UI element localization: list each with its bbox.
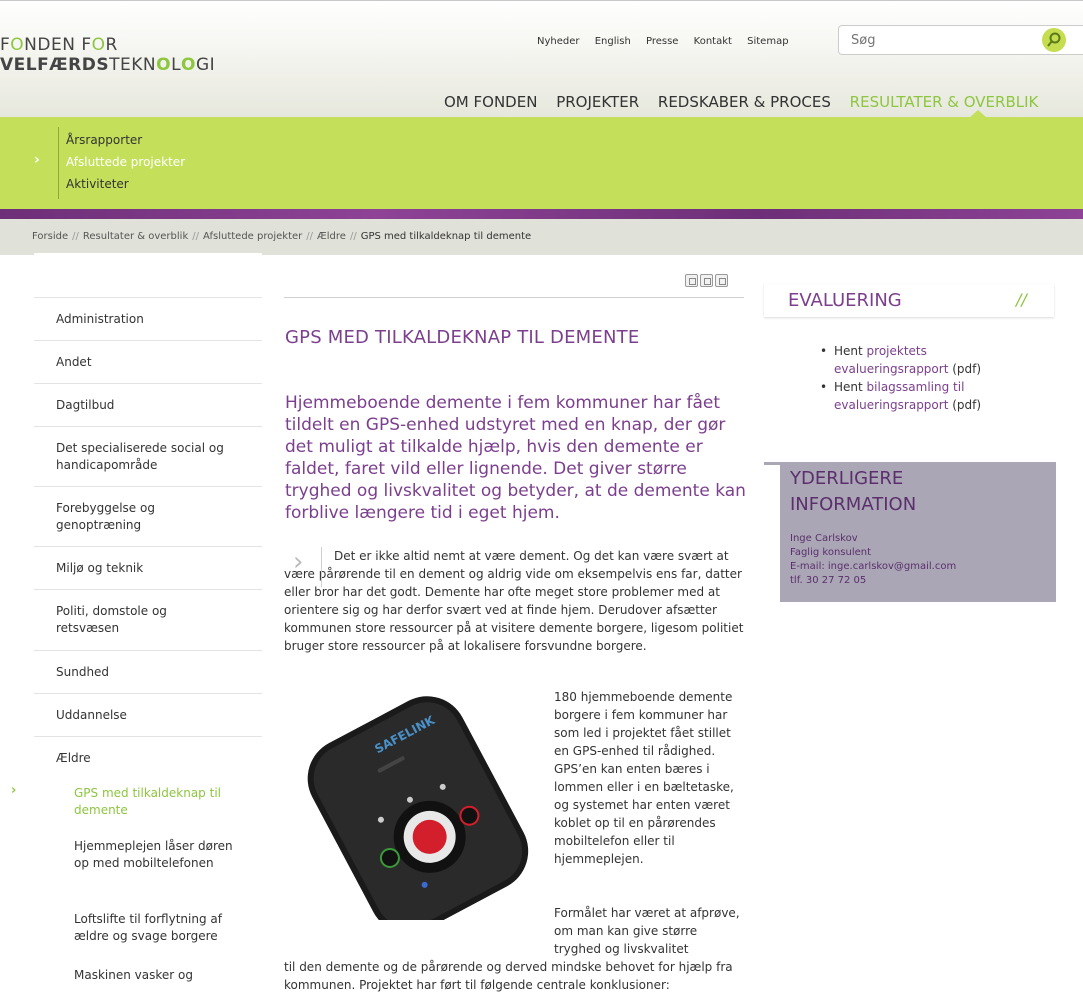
page-title: GPS MED TILKALDEKNAP TIL DEMENTE [285, 327, 640, 348]
breadcrumb-current: GPS med tilkaldeknap til demente [360, 231, 532, 242]
contact-role: Faglig konsulent [790, 547, 872, 558]
site-header: FONDEN FOR VELFÆRDSTEKNOLOGI Nyheder Eng… [0, 0, 1083, 118]
info-title-line: YDERLIGERE [790, 468, 904, 489]
evaluation-slash: // [1016, 290, 1027, 309]
sidebar-item-aeldre[interactable]: Ældre [34, 736, 262, 779]
sidebar-item-dagtilbud[interactable]: Dagtilbud [34, 383, 262, 426]
nav-projekter[interactable]: PROJEKTER [556, 93, 639, 111]
logo-text: VELFÆRDS [0, 55, 110, 75]
breadcrumb-separator: // [192, 231, 199, 242]
toplink-sitemap[interactable]: Sitemap [747, 36, 788, 47]
quote-chevron-icon: › [285, 547, 322, 587]
search-input[interactable] [849, 32, 1029, 49]
gps-device-image: SAFELINK [307, 696, 529, 920]
breadcrumb-item[interactable]: Afsluttede projekter [203, 231, 302, 242]
utility-links: Nyheder English Presse Kontakt Sitemap [537, 36, 801, 47]
breadcrumb-item[interactable]: Ældre [317, 231, 346, 242]
print-icon[interactable] [685, 274, 698, 287]
subnav-item-aarsrapporter[interactable]: Årsrapporter [66, 129, 185, 151]
sub-navigation: › Årsrapporter Afsluttede projekter Akti… [0, 117, 1083, 209]
info-title: YDERLIGERE INFORMATION [790, 466, 916, 518]
logo-text: L [171, 55, 182, 75]
sidebar-item-sundhed[interactable]: Sundhed [34, 650, 262, 693]
breadcrumb: Forside // Resultater & overblik // Afslutte… [32, 231, 531, 242]
toplink-nyheder[interactable]: Nyheder [537, 36, 580, 47]
nav-om-fonden[interactable]: OM FONDEN [444, 93, 537, 111]
article-lead: Hjemmeboende demente i fem kommuner har … [285, 393, 746, 523]
search-box [838, 25, 1083, 55]
sidebar-item-politi[interactable]: Politi, domstole og retsvæsen [34, 589, 262, 650]
sidebar-item-specialiserede[interactable]: Det specialiserede social og handicapomr… [34, 426, 262, 486]
decorative-bar [0, 209, 1083, 219]
sidebar: Administration Andet Dagtilbud Det speci… [34, 253, 262, 989]
chevron-right-icon: › [34, 152, 40, 168]
subnav-item-aktiviteter[interactable]: Aktiviteter [66, 173, 185, 195]
logo-text: NDEN F [24, 35, 92, 55]
list-item-text: Hent [834, 344, 867, 358]
evaluation-list: Hent projektets evalueringsrapport (pdf)… [820, 342, 1030, 414]
contact-name: Inge Carlskov [790, 533, 858, 544]
subnav-divider [58, 127, 59, 199]
breadcrumb-separator: // [306, 231, 314, 242]
toplink-kontakt[interactable]: Kontakt [694, 36, 732, 47]
chevron-right-icon: › [8, 783, 26, 805]
sidebar-subitem-gps[interactable]: GPS med tilkaldeknap til demente [74, 785, 254, 819]
nav-resultater[interactable]: RESULTATER & OVERBLIK [850, 93, 1039, 111]
breadcrumb-item[interactable]: Forside [32, 231, 68, 242]
article-paragraph: 180 hjemmeboende demente borgere i fem k… [554, 690, 734, 866]
sidebar-subitem-maskinen[interactable]: Maskinen vasker og [74, 967, 254, 984]
sidebar-subitem-hjemmeplejen[interactable]: Hjemmeplejen låser døren op med mobiltel… [74, 838, 234, 872]
list-item-text: (pdf) [948, 398, 982, 412]
search-button[interactable] [1042, 28, 1066, 52]
divider [284, 297, 744, 298]
breadcrumb-item[interactable]: Resultater & overblik [83, 231, 188, 242]
list-item-text: (pdf) [948, 362, 982, 376]
contact-email[interactable]: E-mail: inge.carlskov@gmail.com [790, 560, 956, 574]
nav-redskaber[interactable]: REDSKABER & PROCES [658, 93, 831, 111]
article-paragraph: Formålet har været at afprøve, om man ka… [554, 906, 740, 956]
breadcrumb-separator: // [349, 231, 357, 242]
toplink-presse[interactable]: Presse [646, 36, 678, 47]
breadcrumb-band: Forside // Resultater & overblik // Afslutte… [0, 219, 1083, 255]
info-title-line: INFORMATION [790, 494, 917, 515]
evaluation-title: EVALUERING [788, 290, 902, 311]
logo-text: F [0, 35, 11, 55]
list-item: Hent projektets evalueringsrapport (pdf) [820, 342, 1030, 378]
logo-text: TEKN [109, 55, 157, 75]
sidebar-item-uddannelse[interactable]: Uddannelse [34, 693, 262, 736]
logo-text: GI [196, 55, 216, 75]
site-logo[interactable]: FONDEN FOR VELFÆRDSTEKNOLOGI [0, 35, 215, 75]
info-tab [764, 462, 780, 465]
info-contact: Inge Carlskov Faglig konsulent E-mail: i… [790, 532, 956, 588]
sidebar-item-forebyggelse[interactable]: Forebyggelse og genoptræning [34, 486, 262, 546]
share-icon[interactable] [715, 274, 728, 287]
email-icon[interactable] [700, 274, 713, 287]
toplink-english[interactable]: English [595, 36, 631, 47]
sidebar-item-administration[interactable]: Administration [34, 297, 262, 340]
evaluation-header: EVALUERING // [764, 284, 1054, 317]
info-box: YDERLIGERE INFORMATION Inge Carlskov Fag… [780, 462, 1056, 602]
sidebar-item-andet[interactable]: Andet [34, 340, 262, 383]
main-navigation: OM FONDEN PROJEKTER REDSKABER & PROCES R… [444, 93, 1052, 111]
list-item-text: Hent [834, 380, 867, 394]
search-icon [1047, 32, 1061, 47]
article-paragraph: Det er ikke altid nemt at være dement. O… [284, 549, 744, 653]
breadcrumb-separator: // [72, 231, 79, 242]
contact-phone: tlf. 30 27 72 05 [790, 575, 867, 586]
sidebar-subitem-loftslifte[interactable]: Loftslifte til forflytning af ældre og s… [74, 911, 244, 945]
subnav-item-afsluttede-projekter[interactable]: Afsluttede projekter [66, 151, 185, 173]
article-tools [683, 272, 728, 291]
sidebar-item-miljoe[interactable]: Miljø og teknik [34, 546, 262, 589]
logo-text: R [105, 35, 118, 55]
list-item: Hent bilagssamling til evalueringsrappor… [820, 378, 1030, 414]
